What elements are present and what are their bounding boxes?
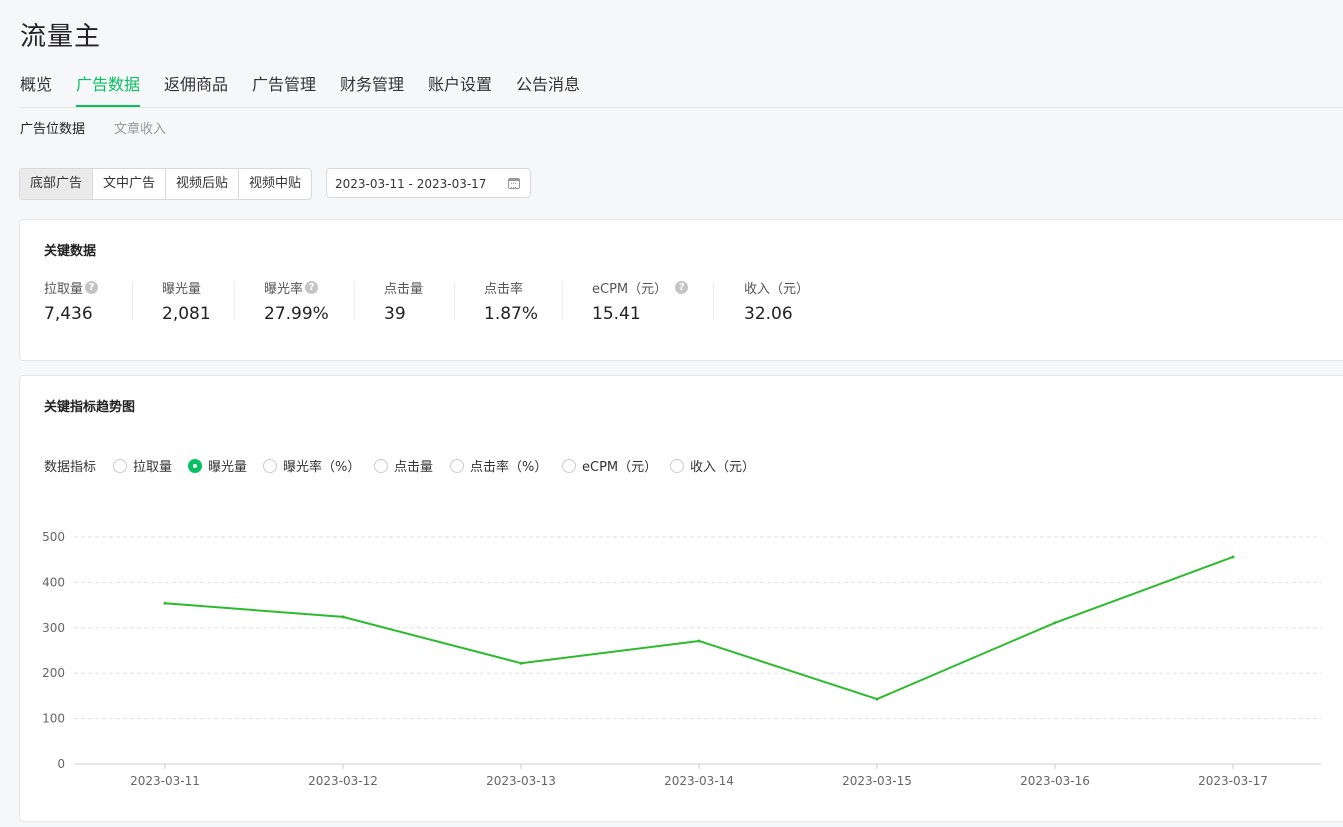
metric-value: 7,436 <box>44 304 93 324</box>
tab-overview[interactable]: 概览 <box>20 74 52 107</box>
metric-value: 32.06 <box>744 304 793 324</box>
x-tick-label: 2023-03-14 <box>664 774 734 788</box>
metric-label: eCPM（元） <box>592 281 668 297</box>
metric-ecpm: eCPM（元）? 15.41 <box>592 278 689 324</box>
metric-income: 收入（元） 32.06 <box>744 278 810 325</box>
data-point <box>519 661 523 665</box>
metric-label: 收入（元） <box>744 281 810 297</box>
data-point <box>697 639 701 643</box>
date-range-picker[interactable]: 2023-03-11 - 2023-03-17 <box>326 168 531 198</box>
x-tick-label: 2023-03-13 <box>486 774 556 788</box>
metric-pull: 拉取量? 7,436 <box>44 278 99 324</box>
app-title: 流量主 <box>20 22 102 52</box>
x-tick-label: 2023-03-15 <box>842 774 912 788</box>
divider <box>562 282 563 320</box>
y-tick-label: 300 <box>42 621 65 635</box>
y-tick-label: 100 <box>42 712 65 726</box>
metric-value: 1.87% <box>484 304 539 324</box>
help-icon[interactable]: ? <box>675 280 689 294</box>
metric-exposure: 曝光量 2,081 <box>162 278 211 325</box>
ad-type-video-post[interactable]: 视频后贴 <box>166 169 239 199</box>
metric-label: 点击率 <box>484 281 524 297</box>
metric-label: 点击量 <box>384 281 424 297</box>
trend-card: 关键指标趋势图 数据指标 拉取量 曝光量 曝光率（%） 点击量 点击率（%） e… <box>19 375 1343 822</box>
metric-label: 拉取量 <box>44 281 84 297</box>
data-point <box>1231 555 1235 559</box>
data-point <box>163 601 167 605</box>
metric-value: 39 <box>384 304 406 324</box>
metric-clicks: 点击量 39 <box>384 278 424 325</box>
tab-ad-management[interactable]: 广告管理 <box>252 74 316 107</box>
tab-rebate-products[interactable]: 返佣商品 <box>164 74 228 107</box>
divider <box>132 282 133 320</box>
tab-finance[interactable]: 财务管理 <box>340 74 404 107</box>
metric-value: 15.41 <box>592 304 641 324</box>
help-icon[interactable]: ? <box>85 280 99 294</box>
tab-ad-data[interactable]: 广告数据 <box>76 74 141 107</box>
subtab-ad-slot-data[interactable]: 广告位数据 <box>20 118 85 137</box>
y-tick-label: 200 <box>42 666 65 680</box>
subtab-article-income[interactable]: 文章收入 <box>114 118 166 137</box>
x-tick-label: 2023-03-12 <box>308 774 378 788</box>
x-tick-label: 2023-03-16 <box>1020 774 1090 788</box>
x-tick-label: 2023-03-11 <box>130 774 200 788</box>
tab-account-settings[interactable]: 账户设置 <box>428 74 492 107</box>
metric-exposure-rate: 曝光率? 27.99% <box>264 278 329 324</box>
tab-announcements[interactable]: 公告消息 <box>516 74 580 107</box>
y-tick-label: 400 <box>42 575 65 589</box>
metric-label: 曝光率 <box>264 281 304 297</box>
data-point <box>341 615 345 619</box>
main-nav: 概览 广告数据 返佣商品 广告管理 财务管理 账户设置 公告消息 <box>20 74 1343 108</box>
metric-label: 曝光量 <box>162 281 202 297</box>
y-tick-label: 500 <box>42 530 65 544</box>
ad-type-selector: 底部广告 文中广告 视频后贴 视频中贴 <box>19 168 312 200</box>
ad-type-bottom[interactable]: 底部广告 <box>20 169 93 199</box>
divider <box>713 282 714 320</box>
help-icon[interactable]: ? <box>305 280 319 294</box>
trend-line-chart: 0 100 200 300 400 500 2023-03-11 2023-03-12 2023… <box>42 530 1321 788</box>
divider <box>454 282 455 320</box>
ad-type-video-mid[interactable]: 视频中贴 <box>239 169 311 199</box>
key-data-card: 关键数据 拉取量? 7,436 曝光量 2,081 曝光率? 27.99% 点击… <box>19 219 1343 361</box>
key-data-title: 关键数据 <box>44 244 97 259</box>
divider <box>234 282 235 320</box>
data-point <box>1053 621 1057 625</box>
date-range-value: 2023-03-11 - 2023-03-17 <box>335 177 487 191</box>
calendar-icon <box>508 178 520 189</box>
metric-ctr: 点击率 1.87% <box>484 278 539 325</box>
y-tick-label: 0 <box>57 757 65 771</box>
metric-value: 2,081 <box>162 304 211 324</box>
data-point <box>875 697 879 701</box>
ad-type-in-article[interactable]: 文中广告 <box>93 169 166 199</box>
x-tick-label: 2023-03-17 <box>1198 774 1268 788</box>
divider <box>354 282 355 320</box>
metric-value: 27.99% <box>264 304 329 324</box>
